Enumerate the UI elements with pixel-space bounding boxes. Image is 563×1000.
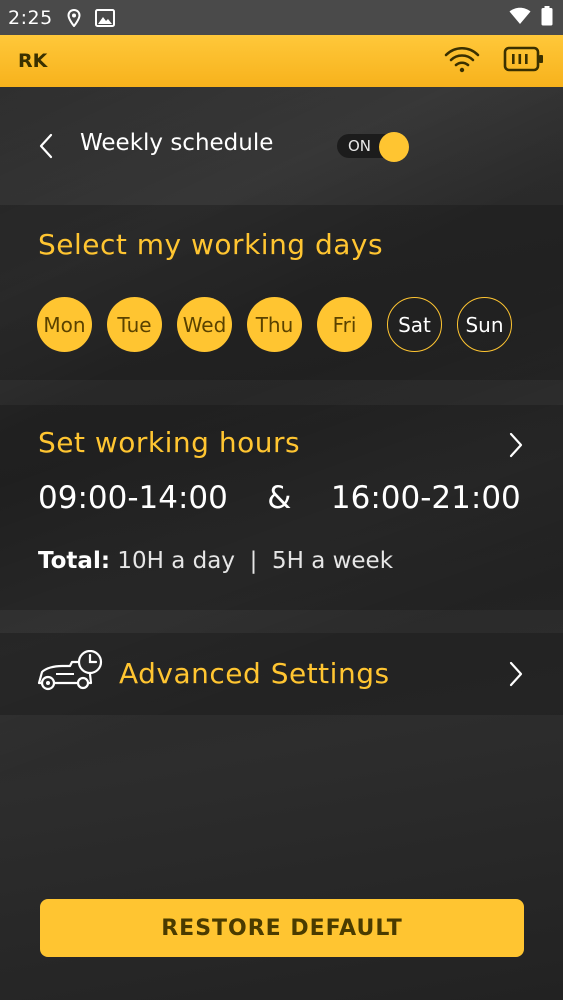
gallery-icon (94, 8, 115, 27)
day-fri[interactable]: Fri (317, 297, 372, 352)
device-name: RK (18, 50, 48, 72)
total-per-week: 5H a week (271, 548, 394, 574)
chevron-left-icon (39, 133, 53, 159)
wifi-icon (509, 7, 531, 29)
mower-clock-icon (36, 649, 104, 696)
toggle-label: ON (348, 137, 372, 155)
hours-total: Total: 10H a day | 5H a week (38, 548, 393, 574)
day-mon[interactable]: Mon (37, 297, 92, 352)
day-tue[interactable]: Tue (107, 297, 162, 352)
back-button[interactable] (32, 132, 60, 160)
hours-chevron-right-icon[interactable] (504, 430, 528, 460)
total-per-day: 10H a day (117, 548, 235, 574)
total-label: Total: (38, 548, 111, 574)
day-sat[interactable]: Sat (387, 297, 442, 352)
battery-icon (541, 5, 553, 30)
day-sun[interactable]: Sun (457, 297, 512, 352)
hours-range-1: 09:00-14:00 (38, 480, 228, 516)
day-wed[interactable]: Wed (177, 297, 232, 352)
total-divider: | (249, 548, 258, 574)
advanced-chevron-right-icon[interactable] (504, 659, 528, 689)
toggle-knob (379, 132, 409, 162)
hours-range-2: 16:00-21:00 (330, 480, 521, 516)
location-icon (67, 8, 81, 27)
day-selector: Mon Tue Wed Thu Fri Sat Sun (37, 297, 512, 353)
status-time: 2:25 (8, 6, 53, 29)
hours-ranges: 09:00-14:00 & 16:00-21:00 (38, 480, 521, 516)
app-header: RK (0, 35, 563, 87)
advanced-settings-row[interactable]: Advanced Settings (0, 633, 563, 715)
status-bar: 2:25 (0, 0, 563, 35)
restore-default-button[interactable]: RESTORE DEFAULT (40, 899, 524, 957)
advanced-settings-label: Advanced Settings (119, 657, 390, 690)
working-days-title: Select my working days (38, 228, 384, 261)
page-title: Weekly schedule (80, 130, 274, 156)
working-hours-title: Set working hours (38, 426, 301, 459)
hours-separator: & (267, 480, 292, 516)
battery-level-icon[interactable] (503, 45, 545, 77)
day-thu[interactable]: Thu (247, 297, 302, 352)
wifi-signal-icon[interactable] (443, 44, 481, 78)
schedule-toggle[interactable]: ON (337, 132, 409, 162)
title-bar: Weekly schedule ON (0, 110, 563, 180)
